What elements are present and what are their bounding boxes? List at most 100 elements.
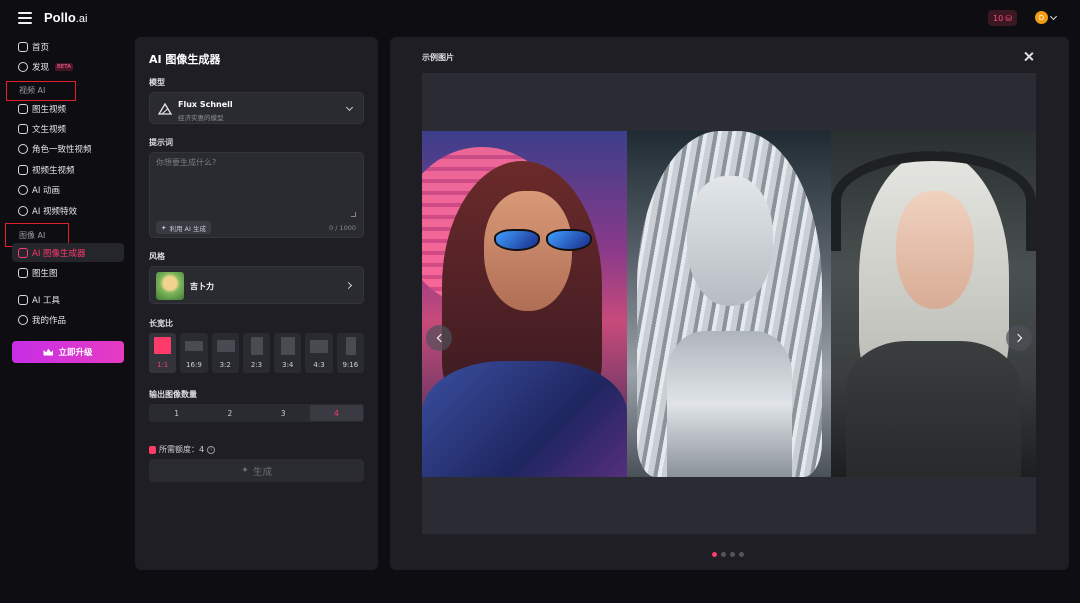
sidebar-item-video-to-video[interactable]: 视频生视频 [12,160,124,179]
generate-label: 生成 [252,466,272,478]
face-graphic [896,191,975,309]
ratio-option-3-4[interactable]: 3:4 [274,333,302,373]
logo-text: Pollo [44,10,76,25]
sparkle-icon: ✦ [161,223,167,232]
carousel-dot[interactable] [730,552,735,557]
highlight-box-video [6,81,76,101]
sidebar-item-image-to-image[interactable]: 图生图 [12,263,124,282]
style-select[interactable]: 吉卜力 [149,266,364,304]
prev-slide-button[interactable] [426,325,452,351]
carousel-dot[interactable] [721,552,726,557]
ratio-landscape-icon [310,340,329,353]
menu-icon[interactable] [18,12,32,24]
next-slide-button[interactable] [1006,325,1032,351]
avatar: D [1035,11,1048,24]
sidebar-item-text-to-video[interactable]: 文生视频 [12,119,124,138]
credits-required: 所需额度：4 i [149,444,216,455]
upgrade-button[interactable]: 立即升级 [12,341,124,363]
example-image-stage [422,73,1037,534]
ratio-label: 3:2 [219,361,231,369]
user-works-icon [18,314,28,325]
ratio-label: 1:1 [157,361,169,369]
count-option-3[interactable]: 3 [257,405,310,421]
sidebar-item-ai-effects[interactable]: AI 视频特效 [12,201,124,220]
sidebar-item-discover[interactable]: 发现 BETA [12,57,124,76]
ratio-portrait-icon [250,337,263,355]
animation-icon [18,184,28,195]
home-icon [18,41,28,52]
sidebar-item-label: 图生图 [32,268,58,279]
flux-logo-icon [158,103,172,115]
image-video-icon [18,103,28,114]
chevron-right-icon [1013,333,1022,343]
prompt-label: 提示词 [149,138,173,147]
ratio-option-2-3[interactable]: 2:3 [242,333,271,373]
ratio-tall-icon [345,337,356,355]
page-title: AI 图像生成器 [149,53,221,66]
generator-form-panel: AI 图像生成器 模型 Flux Schnell 经济实惠的模型 提示词 ✦ 利… [135,37,378,570]
beta-badge: BETA [55,62,73,71]
sidebar-item-label: 发现 [32,62,50,73]
text-video-icon [18,123,28,134]
sidebar-item-image-to-video[interactable]: 图生视频 [12,99,124,118]
char-count: 0 / 1000 [329,224,356,232]
ratio-landscape-icon [216,340,235,352]
model-description: 经济实惠的模型 [178,114,224,122]
coin-icon: ⛁ [1005,13,1012,23]
sidebar-item-label: AI 图像生成器 [32,248,86,259]
ai-generate-prompt-button[interactable]: ✦ 利用 AI 生成 [156,221,211,234]
ratio-wide-icon [185,341,204,351]
account-menu[interactable]: D [1035,11,1058,24]
model-label: 模型 [149,78,165,87]
example-image-strip [422,131,1037,477]
credits-badge[interactable]: 10 ⛁ [988,10,1017,26]
sparkle-icon: ✦ [241,465,249,476]
preview-title: 示例图片 [422,53,454,62]
sidebar-item-character-video[interactable]: 角色一致性视频 [12,139,124,158]
sidebar-item-ai-image-generator[interactable]: AI 图像生成器 [12,243,124,262]
character-icon [18,143,28,154]
ratio-option-3-2[interactable]: 3:2 [211,333,239,373]
model-name: Flux Schnell [178,100,233,109]
top-bar: Pollo.ai 10 ⛁ D [0,0,1080,36]
sidebar-item-label: AI 视频特效 [32,206,78,217]
sidebar-item-home[interactable]: 首页 [12,37,124,56]
compass-icon [18,61,28,72]
carousel-dot[interactable] [739,552,744,557]
sidebar-item-label: 图生视频 [32,104,67,115]
ratio-square-icon [154,337,171,354]
sunglasses-graphic [494,229,604,251]
chevron-right-icon [344,281,353,290]
output-count-label: 输出图像数量 [149,390,197,399]
preview-panel: 示例图片 [390,37,1069,570]
chevron-down-icon [1049,12,1058,20]
ratio-label: 16:9 [186,361,202,369]
example-image-chrome-woman [626,131,832,477]
resize-handle-icon[interactable] [351,212,356,217]
carousel-dot[interactable] [712,552,717,557]
prompt-input[interactable] [156,157,356,209]
count-option-4[interactable]: 4 [309,405,363,421]
close-icon[interactable] [1023,51,1035,63]
ratio-option-4-3[interactable]: 4:3 [305,333,333,373]
generate-button[interactable]: ✦ 生成 [149,459,364,482]
logo[interactable]: Pollo.ai [44,10,87,25]
model-select[interactable]: Flux Schnell 经济实惠的模型 [149,92,364,124]
upgrade-label: 立即升级 [58,348,93,358]
ratio-label: 3:4 [282,361,294,369]
ratio-label: 9:16 [342,361,359,369]
ratio-option-9-16[interactable]: 9:16 [336,333,364,373]
prompt-box: ✦ 利用 AI 生成 0 / 1000 [149,152,364,238]
count-option-2[interactable]: 2 [203,405,256,421]
ratio-option-1-1[interactable]: 1:1 [149,333,177,373]
info-icon[interactable]: i [207,445,216,454]
count-option-1[interactable]: 1 [150,405,203,421]
jacket-graphic [422,361,627,477]
style-label: 风格 [149,252,165,261]
credits-count: 10 [993,13,1004,23]
ratio-option-16-9[interactable]: 16:9 [180,333,208,373]
sidebar-item-my-works[interactable]: 我的作品 [12,310,124,329]
aspect-ratio-group: 1:1 16:9 3:2 2:3 3:4 4:3 9:16 [149,333,364,373]
sidebar-item-ai-animation[interactable]: AI 动画 [12,180,124,199]
sidebar-item-ai-tools[interactable]: AI 工具 [12,290,124,309]
